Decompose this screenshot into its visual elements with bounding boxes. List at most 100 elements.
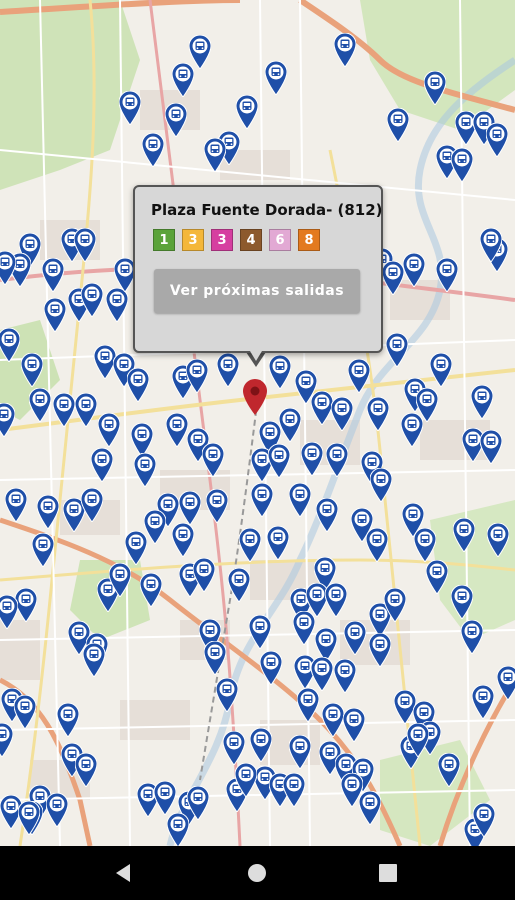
bus-stop-marker-icon[interactable] [109, 563, 131, 597]
bus-stop-marker-icon[interactable] [106, 288, 128, 322]
bus-stop-marker-icon[interactable] [81, 283, 103, 317]
bus-stop-marker-icon[interactable] [91, 448, 113, 482]
bus-stop-marker-icon[interactable] [267, 526, 289, 560]
bus-stop-marker-icon[interactable] [301, 442, 323, 476]
bus-stop-marker-icon[interactable] [344, 621, 366, 655]
bus-stop-marker-icon[interactable] [334, 659, 356, 693]
bus-stop-marker-icon[interactable] [260, 651, 282, 685]
map-view[interactable]: Plaza Fuente Dorada- (812) 133468 Ver pr… [0, 0, 515, 846]
bus-stop-marker-icon[interactable] [74, 228, 96, 262]
bus-stop-marker-icon[interactable] [451, 585, 473, 619]
bus-stop-marker-icon[interactable] [154, 781, 176, 815]
bus-stop-marker-icon[interactable] [223, 731, 245, 765]
bus-stop-marker-icon[interactable] [480, 430, 502, 464]
bus-stop-marker-icon[interactable] [167, 813, 189, 846]
bus-stop-marker-icon[interactable] [343, 708, 365, 742]
bus-stop-marker-icon[interactable] [334, 33, 356, 67]
bus-stop-marker-icon[interactable] [217, 353, 239, 387]
bus-stop-marker-icon[interactable] [165, 103, 187, 137]
bus-stop-marker-icon[interactable] [250, 728, 272, 762]
bus-stop-marker-icon[interactable] [370, 468, 392, 502]
bus-stop-marker-icon[interactable] [283, 773, 305, 807]
bus-stop-marker-icon[interactable] [0, 251, 16, 285]
bus-stop-marker-icon[interactable] [83, 643, 105, 677]
bus-stop-marker-icon[interactable] [384, 588, 406, 622]
bus-stop-marker-icon[interactable] [235, 763, 257, 797]
bus-stop-marker-icon[interactable] [236, 95, 258, 129]
bus-stop-marker-icon[interactable] [461, 620, 483, 654]
bus-stop-marker-icon[interactable] [251, 483, 273, 517]
bus-stop-marker-icon[interactable] [403, 253, 425, 287]
bus-stop-marker-icon[interactable] [430, 353, 452, 387]
bus-stop-marker-icon[interactable] [32, 533, 54, 567]
bus-stop-marker-icon[interactable] [424, 71, 446, 105]
bus-stop-marker-icon[interactable] [268, 444, 290, 478]
bus-stop-marker-icon[interactable] [29, 388, 51, 422]
bus-stop-marker-icon[interactable] [297, 688, 319, 722]
bus-stop-marker-icon[interactable] [172, 523, 194, 557]
bus-stop-marker-icon[interactable] [436, 258, 458, 292]
bus-stop-marker-icon[interactable] [325, 583, 347, 617]
bus-stop-marker-icon[interactable] [451, 148, 473, 182]
bus-stop-marker-icon[interactable] [386, 333, 408, 367]
bus-stop-marker-icon[interactable] [249, 615, 271, 649]
bus-stop-marker-icon[interactable] [438, 753, 460, 787]
bus-stop-marker-icon[interactable] [316, 498, 338, 532]
bus-stop-marker-icon[interactable] [414, 528, 436, 562]
bus-stop-marker-icon[interactable] [134, 453, 156, 487]
bus-stop-marker-icon[interactable] [407, 723, 429, 757]
bus-stop-marker-icon[interactable] [486, 123, 508, 157]
bus-stop-marker-icon[interactable] [326, 443, 348, 477]
bus-stop-marker-icon[interactable] [472, 685, 494, 719]
bus-stop-marker-icon[interactable] [142, 133, 164, 167]
bus-stop-marker-icon[interactable] [0, 595, 18, 629]
bus-stop-marker-icon[interactable] [15, 588, 37, 622]
bus-stop-marker-icon[interactable] [119, 91, 141, 125]
bus-stop-marker-icon[interactable] [331, 397, 353, 431]
bus-stop-marker-icon[interactable] [131, 423, 153, 457]
bus-stop-marker-icon[interactable] [239, 528, 261, 562]
bus-stop-marker-icon[interactable] [401, 413, 423, 447]
bus-stop-marker-icon[interactable] [75, 393, 97, 427]
bus-stop-marker-icon[interactable] [497, 666, 515, 700]
bus-stop-marker-icon[interactable] [186, 359, 208, 393]
bus-stop-marker-icon[interactable] [179, 491, 201, 525]
bus-stop-marker-icon[interactable] [311, 391, 333, 425]
bus-stop-marker-icon[interactable] [21, 353, 43, 387]
bus-stop-marker-icon[interactable] [42, 258, 64, 292]
bus-stop-marker-icon[interactable] [369, 633, 391, 667]
bus-stop-marker-icon[interactable] [202, 443, 224, 477]
bus-stop-marker-icon[interactable] [140, 573, 162, 607]
home-circle-icon[interactable] [222, 846, 292, 900]
bus-stop-marker-icon[interactable] [453, 518, 475, 552]
bus-stop-marker-icon[interactable] [5, 488, 27, 522]
bus-stop-marker-icon[interactable] [18, 801, 40, 835]
bus-stop-marker-icon[interactable] [382, 261, 404, 295]
bus-stop-marker-icon[interactable] [37, 495, 59, 529]
bus-stop-marker-icon[interactable] [480, 228, 502, 262]
bus-stop-marker-icon[interactable] [166, 413, 188, 447]
bus-stop-marker-icon[interactable] [487, 523, 509, 557]
bus-stop-marker-icon[interactable] [53, 393, 75, 427]
bus-stop-marker-icon[interactable] [265, 61, 287, 95]
bus-stop-marker-icon[interactable] [193, 558, 215, 592]
bus-stop-marker-icon[interactable] [206, 489, 228, 523]
bus-stop-marker-icon[interactable] [367, 397, 389, 431]
bus-stop-marker-icon[interactable] [204, 641, 226, 675]
bus-stop-marker-icon[interactable] [228, 568, 250, 602]
bus-stop-marker-icon[interactable] [44, 298, 66, 332]
bus-stop-marker-icon[interactable] [75, 753, 97, 787]
bus-stop-marker-icon[interactable] [311, 657, 333, 691]
bus-stop-marker-icon[interactable] [57, 703, 79, 737]
bus-stop-marker-icon[interactable] [279, 408, 301, 442]
bus-stop-marker-icon[interactable] [293, 611, 315, 645]
bus-stop-marker-icon[interactable] [172, 63, 194, 97]
bus-stop-marker-icon[interactable] [46, 793, 68, 827]
bus-stop-marker-icon[interactable] [387, 108, 409, 142]
selected-location-marker-icon[interactable] [243, 379, 267, 415]
bus-stop-marker-icon[interactable] [187, 786, 209, 820]
back-triangle-icon[interactable] [88, 846, 158, 900]
bus-stop-marker-icon[interactable] [426, 560, 448, 594]
next-departures-button[interactable]: Ver próximas salidas [154, 269, 360, 313]
bus-stop-marker-icon[interactable] [322, 703, 344, 737]
